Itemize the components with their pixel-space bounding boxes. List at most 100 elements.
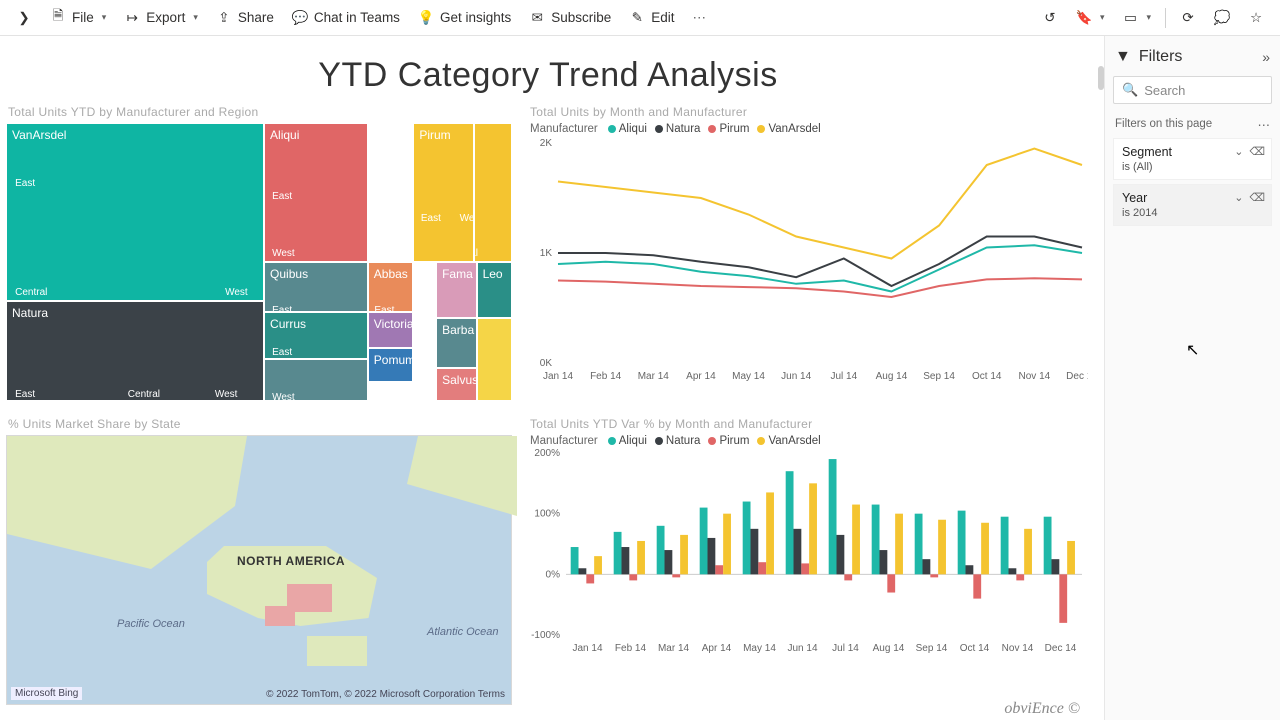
scrollbar-thumb[interactable] xyxy=(1098,66,1104,90)
legend: Manufacturer AliquiNaturaPirumVanArsdel xyxy=(528,123,1090,135)
view-menu[interactable]: ▭▾ xyxy=(1114,6,1159,30)
favorite-button[interactable]: ☆ xyxy=(1240,6,1272,30)
treemap-cell[interactable]: Barba xyxy=(436,318,476,368)
comment-icon: 💭 xyxy=(1214,10,1230,26)
svg-text:Feb 14: Feb 14 xyxy=(590,371,622,382)
treemap-cell[interactable]: PirumEastWest xyxy=(413,123,474,262)
svg-text:-100%: -100% xyxy=(531,630,560,641)
clear-filter-icon[interactable]: ⌫ xyxy=(1249,145,1265,158)
subscribe-button[interactable]: ✉Subscribe xyxy=(521,6,619,30)
svg-text:Aug 14: Aug 14 xyxy=(873,643,905,654)
tile-title: % Units Market Share by State xyxy=(6,415,512,435)
clear-filter-icon[interactable]: ⌫ xyxy=(1249,191,1265,204)
command-bar: ❯ 🗎File▾ ↦Export▾ ⇪Share 💬Chat in Teams … xyxy=(0,0,1280,36)
chevron-down-icon: ▾ xyxy=(102,12,107,23)
treemap-cell[interactable]: AbbasEast xyxy=(368,262,414,312)
chevron-down-icon[interactable]: ⌄ xyxy=(1234,191,1243,204)
comment-button[interactable]: 💭 xyxy=(1206,6,1238,30)
export-menu[interactable]: ↦Export▾ xyxy=(116,6,206,30)
treemap-cell[interactable] xyxy=(477,318,512,401)
chevron-down-icon[interactable]: ⌄ xyxy=(1234,145,1243,158)
brand-footer: obviEnce © xyxy=(1004,700,1080,718)
treemap-cell[interactable]: Central xyxy=(474,123,512,262)
page-title: YTD Category Trend Analysis xyxy=(6,44,1090,103)
filter-value: is (All) xyxy=(1122,161,1263,173)
bookmark-icon: 🔖 xyxy=(1076,10,1092,26)
filter-value: is 2014 xyxy=(1122,207,1263,219)
tile-line-chart[interactable]: Total Units by Month and Manufacturer Ma… xyxy=(528,103,1090,399)
svg-text:Sep 14: Sep 14 xyxy=(923,371,955,382)
svg-text:Jan 14: Jan 14 xyxy=(572,643,602,654)
treemap-cell[interactable]: Victoria xyxy=(368,312,414,348)
refresh-icon: ⟳ xyxy=(1180,10,1196,26)
tile-map[interactable]: % Units Market Share by State NORTH AMER… xyxy=(6,415,512,703)
legend: Manufacturer AliquiNaturaPirumVanArsdel xyxy=(528,435,1090,447)
filters-section-label: Filters on this page xyxy=(1113,114,1214,134)
svg-text:Dec 14: Dec 14 xyxy=(1066,371,1088,382)
edit-button[interactable]: ✎ Edit xyxy=(621,6,682,30)
svg-text:Jun 14: Jun 14 xyxy=(781,371,811,382)
insights-button[interactable]: 💡Get insights xyxy=(410,6,519,30)
treemap-cell[interactable]: PomumCentral xyxy=(368,348,414,381)
svg-text:0K: 0K xyxy=(540,358,553,369)
bing-badge: Microsoft Bing xyxy=(11,687,82,700)
treemap-cell[interactable]: West xyxy=(264,359,368,401)
svg-text:Aug 14: Aug 14 xyxy=(876,371,908,382)
svg-text:Apr 14: Apr 14 xyxy=(702,643,732,654)
edit-label: Edit xyxy=(651,10,674,25)
treemap-cell[interactable]: AliquiEastWest xyxy=(264,123,368,262)
tile-treemap[interactable]: Total Units YTD by Manufacturer and Regi… xyxy=(6,103,512,399)
ellipsis-icon: ⋯ xyxy=(693,10,709,26)
treemap-cell[interactable]: NaturaEastCentralWest xyxy=(6,301,264,401)
treemap-cell[interactable]: Fama xyxy=(436,262,476,318)
share-button[interactable]: ⇪Share xyxy=(208,6,282,30)
treemap-cell[interactable]: Leo xyxy=(477,262,512,318)
bulb-icon: 💡 xyxy=(418,10,434,26)
search-placeholder: Search xyxy=(1144,83,1185,98)
filter-card[interactable]: Segment is (All) ⌄⌫ xyxy=(1113,138,1272,180)
tile-bar-chart[interactable]: Total Units YTD Var % by Month and Manuf… xyxy=(528,415,1090,703)
svg-text:Jul 14: Jul 14 xyxy=(832,643,859,654)
tile-title: Total Units by Month and Manufacturer xyxy=(528,103,1090,123)
refresh-button[interactable]: ⟳ xyxy=(1172,6,1204,30)
expand-pane-button[interactable]: » xyxy=(1262,49,1270,65)
svg-text:Sep 14: Sep 14 xyxy=(916,643,948,654)
filter-icon: ▼ xyxy=(1115,48,1131,66)
svg-text:1K: 1K xyxy=(540,248,553,259)
filter-search[interactable]: 🔍 Search xyxy=(1113,76,1272,104)
chat-teams-button[interactable]: 💬 Chat in Teams xyxy=(284,6,408,30)
chat-label: Chat in Teams xyxy=(314,10,400,25)
treemap-cell[interactable]: VanArsdelEastCentralWest xyxy=(6,123,264,301)
svg-text:Jul 14: Jul 14 xyxy=(830,371,857,382)
map-visual[interactable]: NORTH AMERICA Pacific Ocean Atlantic Oce… xyxy=(6,435,512,705)
bookmark-menu[interactable]: 🔖▾ xyxy=(1068,6,1113,30)
ellipsis-icon[interactable]: ⋯ xyxy=(1258,117,1273,132)
map-label-na: NORTH AMERICA xyxy=(237,554,345,568)
filter-card[interactable]: Year is 2014 ⌄⌫ xyxy=(1113,184,1272,226)
reset-button[interactable]: ↺ xyxy=(1034,6,1066,30)
map-copyright: © 2022 TomTom, © 2022 Microsoft Corporat… xyxy=(266,689,505,700)
svg-text:Nov 14: Nov 14 xyxy=(1019,371,1051,382)
reset-icon: ↺ xyxy=(1042,10,1058,26)
pencil-icon: ✎ xyxy=(629,10,645,26)
export-label: Export xyxy=(146,10,185,25)
report-canvas: YTD Category Trend Analysis Total Units … xyxy=(0,36,1104,720)
treemap-cell[interactable]: QuibusEast xyxy=(264,262,368,312)
svg-text:0%: 0% xyxy=(546,569,561,580)
file-menu[interactable]: 🗎File▾ xyxy=(42,6,114,30)
treemap-cell[interactable]: CurrusEast xyxy=(264,312,368,359)
svg-text:Jun 14: Jun 14 xyxy=(787,643,817,654)
svg-text:Mar 14: Mar 14 xyxy=(638,371,670,382)
layout-icon: ▭ xyxy=(1122,10,1138,26)
tile-title: Total Units YTD by Manufacturer and Regi… xyxy=(6,103,512,123)
svg-text:Nov 14: Nov 14 xyxy=(1002,643,1034,654)
share-label: Share xyxy=(238,10,274,25)
teams-icon: 💬 xyxy=(292,10,308,26)
back-button[interactable]: ❯ xyxy=(8,6,40,30)
treemap-cell[interactable]: Salvus xyxy=(436,368,476,401)
legend-title: Manufacturer xyxy=(530,123,598,135)
svg-text:2K: 2K xyxy=(540,138,553,149)
more-menu[interactable]: ⋯ xyxy=(685,6,717,30)
chevron-down-icon: ▾ xyxy=(1146,12,1151,23)
star-icon: ☆ xyxy=(1248,10,1264,26)
